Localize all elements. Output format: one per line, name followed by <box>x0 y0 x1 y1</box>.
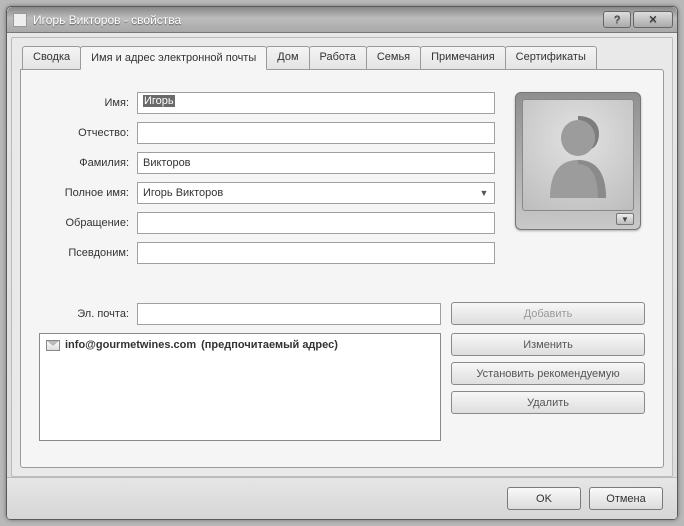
tab-strip: Сводка Имя и адрес электронной почты Дом… <box>20 46 664 70</box>
window-title: Игорь Викторов - свойства <box>33 13 603 27</box>
person-icon <box>538 110 618 200</box>
nickname-field[interactable] <box>137 242 495 264</box>
full-name-value: Игорь Викторов <box>143 187 223 199</box>
close-button[interactable]: ✕ <box>633 11 673 28</box>
set-default-email-button[interactable]: Установить рекомендуемую <box>451 362 645 385</box>
first-name-field[interactable]: Игорь <box>137 92 495 114</box>
label-email: Эл. почта: <box>39 308 137 320</box>
avatar-frame[interactable]: ▼ <box>515 92 641 230</box>
help-button[interactable]: ? <box>603 11 631 28</box>
chevron-down-icon: ▼ <box>476 185 492 201</box>
titlebar[interactable]: Игорь Викторов - свойства ? ✕ <box>7 7 677 33</box>
tab-summary[interactable]: Сводка <box>22 46 81 70</box>
label-last-name: Фамилия: <box>39 157 137 169</box>
label-middle-name: Отчество: <box>39 127 137 139</box>
envelope-icon <box>46 340 60 351</box>
email-list[interactable]: info@gourmetwines.com (предпочитаемый ад… <box>39 333 441 441</box>
photo-column: ▼ <box>515 92 645 272</box>
last-name-field[interactable] <box>137 152 495 174</box>
tab-notes[interactable]: Примечания <box>420 46 506 70</box>
avatar-dropdown-button[interactable]: ▼ <box>616 213 634 225</box>
label-title: Обращение: <box>39 217 137 229</box>
label-nickname: Псевдоним: <box>39 247 137 259</box>
app-icon <box>13 13 27 27</box>
middle-name-field[interactable] <box>137 122 495 144</box>
delete-email-button[interactable]: Удалить <box>451 391 645 414</box>
cancel-button[interactable]: Отмена <box>589 487 663 510</box>
avatar-placeholder <box>522 99 634 211</box>
tab-name-email[interactable]: Имя и адрес электронной почты <box>80 46 267 70</box>
tab-home[interactable]: Дом <box>266 46 309 70</box>
title-field[interactable] <box>137 212 495 234</box>
email-section: Эл. почта: Добавить info@gourmetwines.co… <box>39 302 645 441</box>
tab-family[interactable]: Семья <box>366 46 421 70</box>
tab-certificates[interactable]: Сертификаты <box>505 46 597 70</box>
label-full-name: Полное имя: <box>39 187 137 199</box>
tab-work[interactable]: Работа <box>309 46 367 70</box>
name-form: Имя: Игорь Отчество: Фамилия: <box>39 92 495 272</box>
email-input[interactable] <box>137 303 441 325</box>
email-address: info@gourmetwines.com <box>65 339 196 351</box>
ok-button[interactable]: OK <box>507 487 581 510</box>
email-buttons: Изменить Установить рекомендуемую Удалит… <box>451 333 645 441</box>
label-first-name: Имя: <box>39 97 137 109</box>
email-list-item[interactable]: info@gourmetwines.com (предпочитаемый ад… <box>44 338 436 352</box>
client-area: Сводка Имя и адрес электронной почты Дом… <box>11 37 673 477</box>
window-buttons: ? ✕ <box>603 11 673 28</box>
tab-panel: Имя: Игорь Отчество: Фамилия: <box>20 69 664 468</box>
full-name-combo[interactable]: Игорь Викторов ▼ <box>137 182 495 204</box>
email-suffix: (предпочитаемый адрес) <box>201 339 338 351</box>
upper-section: Имя: Игорь Отчество: Фамилия: <box>39 92 645 272</box>
properties-window: Игорь Викторов - свойства ? ✕ Сводка Имя… <box>6 6 678 520</box>
dialog-footer: OK Отмена <box>7 477 677 519</box>
edit-email-button[interactable]: Изменить <box>451 333 645 356</box>
add-email-button[interactable]: Добавить <box>451 302 645 325</box>
